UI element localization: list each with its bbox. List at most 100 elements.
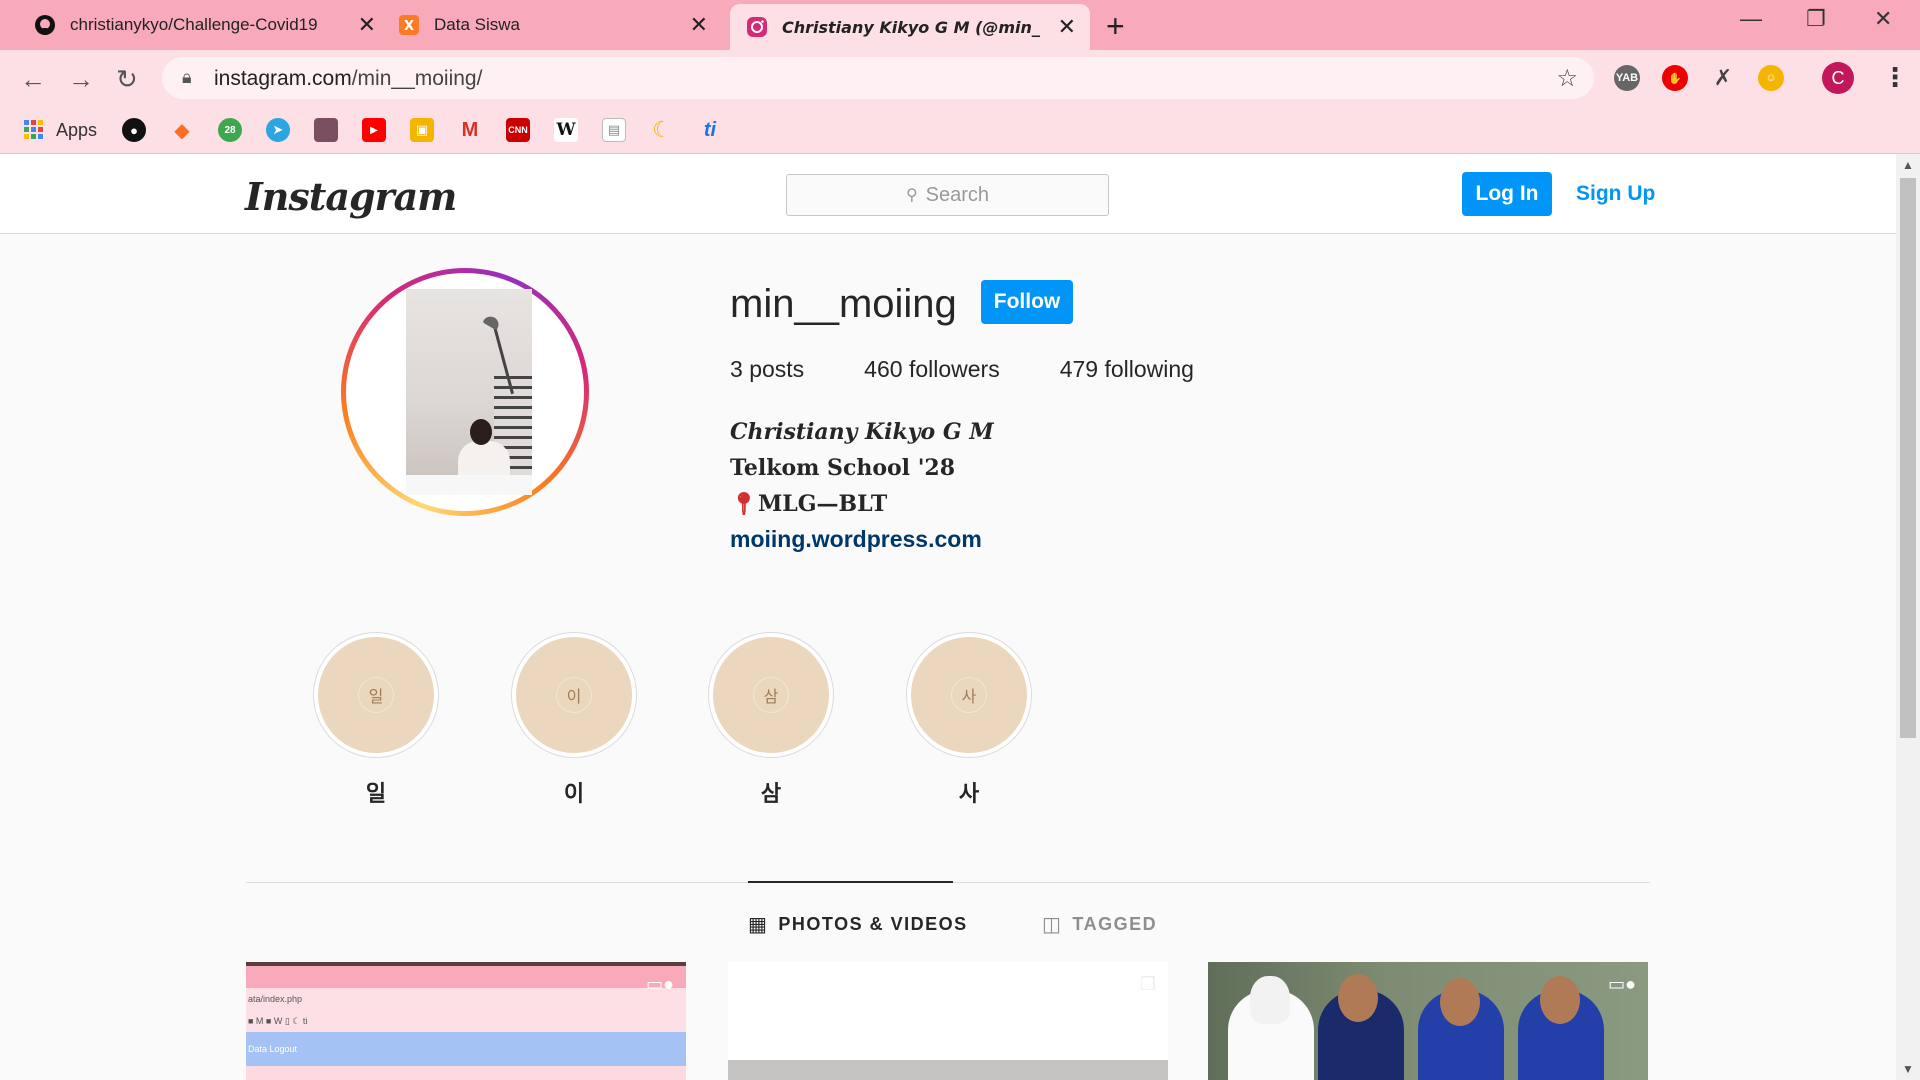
followers-stat[interactable]: 460 followers	[864, 356, 1000, 383]
tab-title: Christiany Kikyo G M (@min_	[782, 17, 1040, 37]
video-icon: ▭●	[1608, 974, 1636, 994]
profile-photo	[406, 289, 532, 495]
browser-window: christianykyo/Challenge-Covid19 ✕ X Data…	[0, 0, 1920, 1080]
tab-github[interactable]: christianykyo/Challenge-Covid19 ✕	[18, 0, 390, 50]
grid-icon: ▦	[748, 914, 769, 936]
profile-avatar[interactable]	[341, 268, 589, 516]
reload-icon[interactable]: ↻	[116, 64, 138, 95]
close-tab-icon[interactable]: ✕	[358, 12, 376, 38]
highlight-label: 일	[365, 782, 387, 807]
back-icon[interactable]: ←	[20, 64, 46, 95]
search-input[interactable]: ⚲ Search	[786, 174, 1109, 216]
close-tab-icon[interactable]: ✕	[1058, 14, 1076, 40]
close-tab-icon[interactable]: ✕	[690, 12, 708, 38]
pin-icon: 📍︎	[730, 491, 758, 517]
face-extension-icon[interactable]: ☺	[1758, 65, 1784, 91]
browser-toolbar: ← → ↻ 🔒︎ instagram.com/min__moiing/ ☆ YA…	[0, 50, 1920, 106]
minimize-icon[interactable]: —	[1740, 6, 1762, 32]
profile-avatar-button[interactable]: C	[1822, 62, 1854, 94]
moon-icon[interactable]: ☾	[650, 117, 674, 142]
bookmarks-bar: Apps ● ◆ 28 ➤ ▶ ▣ M CNN W ▤ ☾ ti	[0, 106, 1920, 154]
gmail-icon[interactable]: M	[458, 118, 482, 142]
highlight-item[interactable]: 삼 삼	[706, 632, 836, 808]
post-thumbnail[interactable]: ▭●	[1208, 962, 1648, 1080]
instagram-icon	[746, 16, 768, 38]
browser-menu-icon[interactable]: ⋮	[1882, 62, 1908, 93]
tagged-icon: ◫	[1042, 914, 1063, 936]
bookmark-star-icon[interactable]: ☆	[1556, 64, 1578, 93]
profile-username: min__moiing	[730, 282, 957, 326]
tab-strip: christianykyo/Challenge-Covid19 ✕ X Data…	[0, 0, 1920, 50]
lamp-icon	[482, 313, 502, 331]
tab-data-siswa[interactable]: X Data Siswa ✕	[382, 0, 722, 50]
classroom-icon[interactable]: ▣	[410, 118, 434, 142]
post-thumbnail[interactable]: ❐	[728, 962, 1168, 1080]
ig-header: Instagram ⚲ Search Log In Sign Up	[0, 154, 1896, 234]
thumb-text: ata/index.php	[246, 988, 686, 1010]
search-icon: ⚲	[905, 187, 918, 204]
adblock-extension-icon[interactable]: ✋	[1662, 65, 1688, 91]
instagram-page: Instagram ⚲ Search Log In Sign Up min__m…	[0, 154, 1896, 1080]
login-button[interactable]: Log In	[1462, 172, 1552, 216]
scrollbar-thumb[interactable]	[1900, 178, 1916, 738]
tab-title: Data Siswa	[434, 15, 520, 34]
cnn-icon[interactable]: CNN	[506, 118, 530, 142]
lock-icon: 🔒︎	[182, 67, 192, 87]
tab-tagged[interactable]: ◫ TAGGED	[1042, 912, 1157, 937]
instagram-logo[interactable]: Instagram	[245, 174, 457, 219]
url-text: instagram.com/min__moiing/	[214, 67, 482, 91]
profile-full-name: Christiany Kikyo G M	[730, 419, 994, 445]
post-thumbnail[interactable]: ata/index.php ■ M ■ W ▯ ☾ ti Data Logout…	[246, 962, 686, 1080]
scroll-up-icon[interactable]: ▲	[1902, 158, 1914, 172]
following-stat[interactable]: 479 following	[1060, 356, 1194, 383]
highlight-label: 사	[958, 782, 980, 807]
telegram-icon[interactable]: ➤	[266, 118, 290, 142]
photo-bookmark-icon[interactable]	[314, 118, 338, 142]
follow-button[interactable]: Follow	[981, 280, 1073, 324]
thumb-text: Data Logout	[246, 1032, 686, 1066]
x-extension-icon[interactable]: ✗	[1710, 65, 1736, 91]
highlight-item[interactable]: 일 일	[311, 632, 441, 808]
xampp-icon: X	[398, 14, 420, 36]
svg-text:X: X	[404, 19, 414, 34]
highlight-cover: 이	[556, 677, 592, 713]
scroll-down-icon[interactable]: ▼	[1902, 1062, 1914, 1076]
tab-title: christianykyo/Challenge-Covid19	[70, 15, 318, 34]
bookmark-28-icon[interactable]: 28	[218, 118, 242, 142]
video-icon: ▭●	[646, 974, 674, 994]
github-bookmark-icon[interactable]: ●	[122, 118, 146, 142]
apps-grid-icon[interactable]	[22, 118, 46, 142]
ti-bookmark-icon[interactable]: ti	[698, 118, 722, 142]
address-bar[interactable]: 🔒︎ instagram.com/min__moiing/ ☆	[162, 57, 1594, 99]
highlight-item[interactable]: 사 사	[904, 632, 1034, 808]
gitlab-bookmark-icon[interactable]: ◆	[170, 118, 194, 142]
highlight-item[interactable]: 이 이	[509, 632, 639, 808]
highlight-cover: 사	[951, 677, 987, 713]
apps-label[interactable]: Apps	[56, 120, 97, 141]
profile-bio: Christiany Kikyo G M Telkom School '28 📍…	[730, 414, 994, 522]
signup-link[interactable]: Sign Up	[1576, 182, 1655, 206]
bio-line: Telkom School '28	[730, 455, 956, 481]
restore-icon[interactable]: ❐	[1806, 6, 1826, 32]
highlight-cover: 일	[358, 677, 394, 713]
document-bookmark-icon[interactable]: ▤	[602, 118, 626, 142]
page-scrollbar[interactable]: ▲ ▼	[1896, 154, 1920, 1080]
new-tab-button[interactable]: +	[1106, 8, 1125, 45]
forward-icon[interactable]: →	[68, 64, 94, 95]
active-tab-indicator	[748, 881, 953, 883]
tab-instagram[interactable]: Christiany Kikyo G M (@min_ ✕	[730, 4, 1090, 50]
posts-stat: 3 posts	[730, 356, 805, 382]
github-icon	[34, 14, 56, 36]
url-path: /min__moiing/	[351, 67, 483, 90]
highlight-label: 이	[563, 782, 585, 807]
profile-website-link[interactable]: moiing.wordpress.com	[730, 526, 982, 553]
close-window-icon[interactable]: ✕	[1874, 6, 1892, 32]
tab-photos-videos[interactable]: ▦ PHOTOS & VIDEOS	[748, 912, 968, 937]
yab-extension-icon[interactable]: YAB	[1614, 65, 1640, 91]
wikipedia-icon[interactable]: W	[554, 118, 578, 142]
highlight-cover: 삼	[753, 677, 789, 713]
url-domain: instagram.com	[214, 67, 352, 90]
search-placeholder: Search	[925, 183, 990, 206]
youtube-icon[interactable]: ▶	[362, 118, 386, 142]
profile-stats: 3 posts 460 followers 479 following	[730, 356, 1254, 383]
